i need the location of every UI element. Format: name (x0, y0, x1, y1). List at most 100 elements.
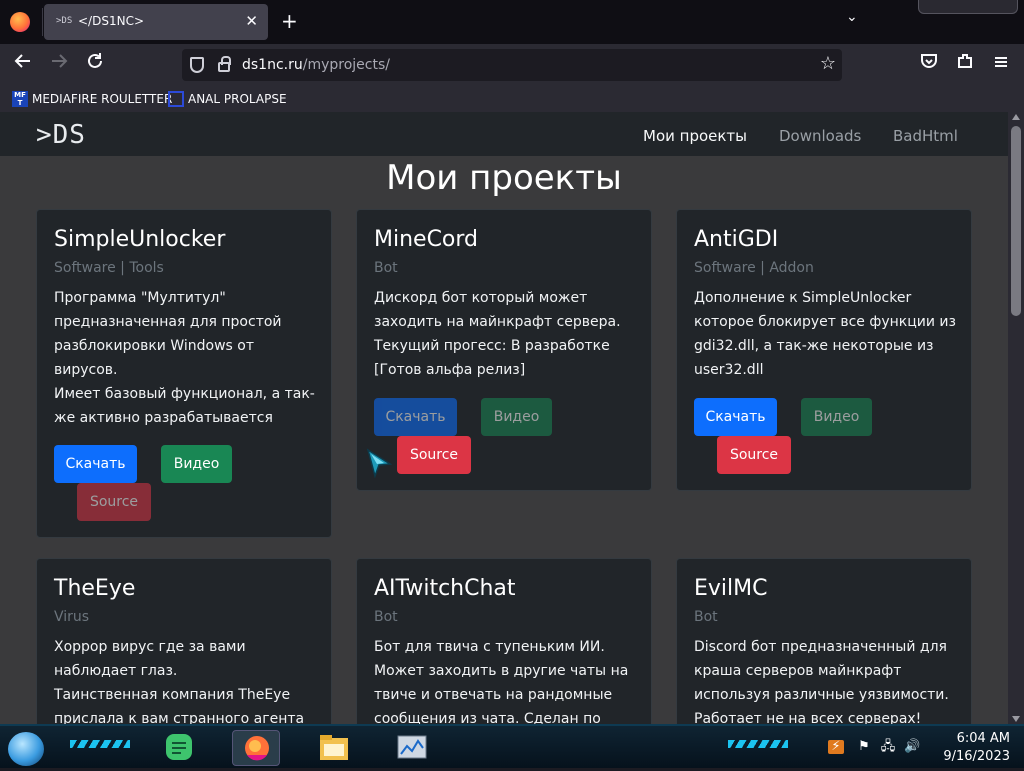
description-line: Имеет базовый функционал, а так-же актив… (54, 386, 315, 426)
site-navbar: >DS Мои проекты Downloads BadHtml (0, 112, 1008, 156)
url-text[interactable]: ds1nc.ru/myprojects/ (242, 57, 390, 73)
browser-tab[interactable]: >DS </DS1NC> ✕ (44, 4, 268, 40)
web-page: >DS Мои проекты Downloads BadHtml Мои пр… (0, 112, 1008, 724)
taskbar: ⚡ ⚑ 🖧 🔊 6:04 AM 9/16/2023 (0, 724, 1024, 768)
close-tab-icon[interactable]: ✕ (245, 12, 258, 30)
taskbar-app-firefox-icon[interactable] (232, 730, 280, 766)
clock-date: 9/16/2023 (943, 749, 1010, 764)
project-card: AntiGDI Software | Addon Дополнение к Si… (676, 209, 972, 491)
card-description: Бот для твича с тупеньким ИИ. Может захо… (374, 635, 639, 724)
tray-app-icon[interactable]: ⚡ (828, 740, 844, 754)
card-subtitle: Software | Tools (54, 260, 164, 276)
site-logo[interactable]: >DS (36, 120, 86, 150)
card-title: AntiGDI (694, 227, 779, 252)
video-button[interactable]: Видео (161, 445, 232, 483)
description-line: Дискорд бот который может заходить на ма… (374, 290, 621, 330)
description-line: Таинственная компания TheEye прислала к … (54, 687, 305, 724)
bookmark-anal-prolapse[interactable]: ANAL PROLAPSE (168, 90, 287, 108)
start-orb-button[interactable] (8, 732, 44, 766)
download-button[interactable]: Скачать (374, 398, 457, 436)
bookmark-mediafire-rouletter[interactable]: MF T MEDIAFIRE ROULETTER (12, 90, 172, 108)
volume-icon[interactable]: 🔊 (904, 740, 920, 754)
download-button[interactable]: Скачать (694, 398, 777, 436)
bookmark-star-icon[interactable]: ☆ (820, 53, 836, 74)
card-subtitle: Bot (374, 609, 398, 625)
description-line: Текущий прогесс: В разработке [Готов аль… (374, 338, 610, 378)
card-title: MineCord (374, 227, 479, 252)
card-subtitle: Software | Addon (694, 260, 814, 276)
pocket-icon[interactable] (916, 52, 942, 78)
project-card: EvilMC Bot Discord бот предназначенный д… (676, 558, 972, 724)
video-button[interactable]: Видео (481, 398, 552, 436)
window-decoration (918, 0, 1018, 14)
forward-arrow-icon[interactable] (46, 52, 72, 78)
page-title: Мои проекты (386, 158, 622, 198)
card-title: EvilMC (694, 576, 768, 601)
nav-link-my-projects[interactable]: Мои проекты (643, 127, 747, 145)
card-title: SimpleUnlocker (54, 227, 226, 252)
description-line: Программа "Мултитул" предназначенная для… (54, 290, 282, 378)
new-tab-button[interactable]: + (281, 9, 298, 33)
clock-time: 6:04 AM (956, 731, 1010, 746)
firefox-icon[interactable] (10, 12, 30, 32)
url-path: /myprojects/ (302, 57, 390, 73)
card-subtitle: Virus (54, 609, 90, 625)
browser-toolbar: ds1nc.ru/myprojects/ ☆ (0, 44, 1024, 86)
taskbar-app-file-explorer-icon[interactable] (310, 730, 358, 766)
project-card: TheEye Virus Хоррор вирус где за вами на… (36, 558, 332, 724)
reload-icon[interactable] (82, 52, 108, 78)
source-button[interactable]: Source (397, 436, 471, 474)
description-line: Бот для твича с тупеньким ИИ. Может захо… (374, 639, 629, 724)
tracking-shield-icon[interactable] (190, 57, 204, 73)
network-icon[interactable]: 🖧 (880, 740, 896, 754)
description-line: Хоррор вирус где за вами наблюдает глаз. (54, 639, 246, 679)
video-button[interactable]: Видео (801, 398, 872, 436)
action-center-flag-icon[interactable]: ⚑ (856, 740, 872, 754)
download-button[interactable]: Скачать (54, 445, 137, 483)
lock-icon[interactable] (218, 56, 231, 72)
project-card: AITwitchChat Bot Бот для твича с тупеньк… (356, 558, 652, 724)
taskbar-decoration (70, 740, 130, 748)
source-button[interactable]: Source (717, 436, 791, 474)
project-card: SimpleUnlocker Software | Tools Программ… (36, 209, 332, 538)
menu-hamburger-icon[interactable] (988, 52, 1014, 78)
taskbar-app-notes-icon[interactable] (154, 730, 202, 766)
card-description: Дискорд бот который может заходить на ма… (374, 286, 639, 382)
description-line: Discord бот предназначенный для краша се… (694, 639, 949, 724)
tab-title: </DS1NC> (78, 14, 144, 28)
scrollbar-thumb[interactable] (1011, 126, 1021, 316)
taskbar-decoration (728, 740, 788, 748)
card-description: Программа "Мултитул" предназначенная для… (54, 286, 319, 430)
card-subtitle: Bot (694, 609, 718, 625)
card-title: TheEye (54, 576, 136, 601)
tab-list-chevron-icon[interactable]: ⌄ (846, 9, 858, 25)
card-title: AITwitchChat (374, 576, 516, 601)
divider (42, 8, 43, 36)
back-arrow-icon[interactable] (10, 52, 36, 78)
card-description: Discord бот предназначенный для краша се… (694, 635, 959, 724)
browser-tab-bar: >DS </DS1NC> ✕ + ⌄ (0, 0, 1024, 44)
extensions-icon[interactable] (952, 52, 978, 78)
bookmark-label: ANAL PROLAPSE (188, 92, 287, 106)
card-description: Хоррор вирус где за вами наблюдает глаз.… (54, 635, 319, 724)
bookmark-icon (168, 91, 184, 107)
bookmark-label: MEDIAFIRE ROULETTER (32, 92, 173, 106)
mouse-cursor-icon (366, 448, 392, 478)
scroll-up-arrow-icon[interactable] (1012, 114, 1020, 120)
mediafire-icon: MF T (12, 91, 28, 107)
nav-link-downloads[interactable]: Downloads (779, 127, 861, 145)
source-button[interactable]: Source (77, 483, 151, 521)
nav-link-badhtml[interactable]: BadHtml (893, 127, 958, 145)
bookmarks-toolbar: MF T MEDIAFIRE ROULETTER ANAL PROLAPSE (0, 86, 1024, 112)
scroll-down-arrow-icon[interactable] (1012, 716, 1020, 722)
system-clock[interactable]: 6:04 AM 9/16/2023 (943, 730, 1010, 766)
description-line: Дополнение к SimpleUnlocker которое блок… (694, 290, 956, 378)
card-description: Дополнение к SimpleUnlocker которое блок… (694, 286, 959, 382)
tab-favicon: >DS (56, 16, 73, 26)
url-domain: ds1nc.ru (242, 57, 303, 73)
project-card: MineCord Bot Дискорд бот который может з… (356, 209, 652, 491)
taskbar-app-task-manager-icon[interactable] (388, 730, 436, 766)
page-scrollbar[interactable] (1008, 112, 1024, 724)
card-subtitle: Bot (374, 260, 398, 276)
url-bar[interactable]: ds1nc.ru/myprojects/ ☆ (182, 49, 842, 81)
